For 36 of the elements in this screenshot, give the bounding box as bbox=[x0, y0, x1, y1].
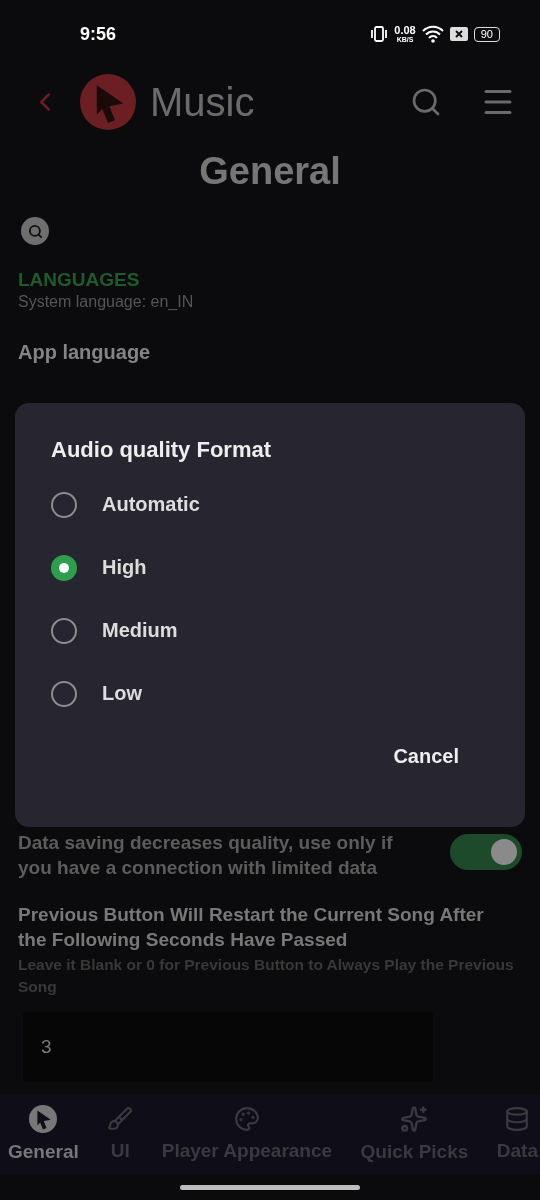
nav-tab[interactable]: General bbox=[8, 1105, 79, 1163]
setting-label: App language bbox=[18, 341, 152, 364]
search-button[interactable] bbox=[21, 217, 49, 245]
network-speed: 0.08 bbox=[394, 25, 416, 36]
section-title: LANGUAGES bbox=[18, 269, 141, 291]
brush-icon bbox=[107, 1106, 134, 1132]
sparkles-icon bbox=[400, 1105, 429, 1133]
palette-icon bbox=[233, 1106, 260, 1132]
radio-button[interactable] bbox=[51, 554, 77, 581]
logo-icon bbox=[80, 74, 136, 130]
dialog-title: Audio quality Format bbox=[51, 437, 272, 463]
radio-button[interactable] bbox=[51, 491, 77, 518]
home-indicator[interactable] bbox=[180, 1184, 360, 1190]
page-title: General bbox=[198, 150, 342, 193]
option-label[interactable]: Low bbox=[102, 682, 142, 705]
vibrate-icon bbox=[370, 24, 389, 44]
logo-icon bbox=[29, 1105, 58, 1133]
radio-button[interactable] bbox=[51, 617, 77, 644]
option-label[interactable]: High bbox=[102, 556, 147, 579]
data-saving-toggle[interactable] bbox=[450, 834, 522, 870]
database-icon bbox=[504, 1106, 531, 1132]
seconds-input-field[interactable]: 3 bbox=[23, 1012, 433, 1082]
search-icon bbox=[27, 223, 43, 239]
search-icon[interactable] bbox=[410, 86, 442, 118]
status-time: 9:56 bbox=[80, 23, 117, 45]
cancel-button[interactable]: Cancel bbox=[385, 739, 467, 774]
setting-label: Previous Button Will Restart the Current Song After the Following Seconds Have Passed bbox=[18, 903, 485, 952]
section-subtitle: System language: en_IN bbox=[18, 293, 195, 311]
wifi-icon bbox=[421, 25, 444, 43]
battery-level: 90 bbox=[473, 26, 500, 42]
app-name: Music bbox=[150, 79, 255, 125]
setting-description: Data saving decreases quality, use only if you have a connection with limited data bbox=[18, 831, 394, 880]
option-label[interactable]: Medium bbox=[102, 619, 178, 642]
sim-icon bbox=[449, 27, 468, 41]
option-label[interactable]: Automatic bbox=[102, 493, 200, 516]
radio-button[interactable] bbox=[51, 680, 77, 707]
